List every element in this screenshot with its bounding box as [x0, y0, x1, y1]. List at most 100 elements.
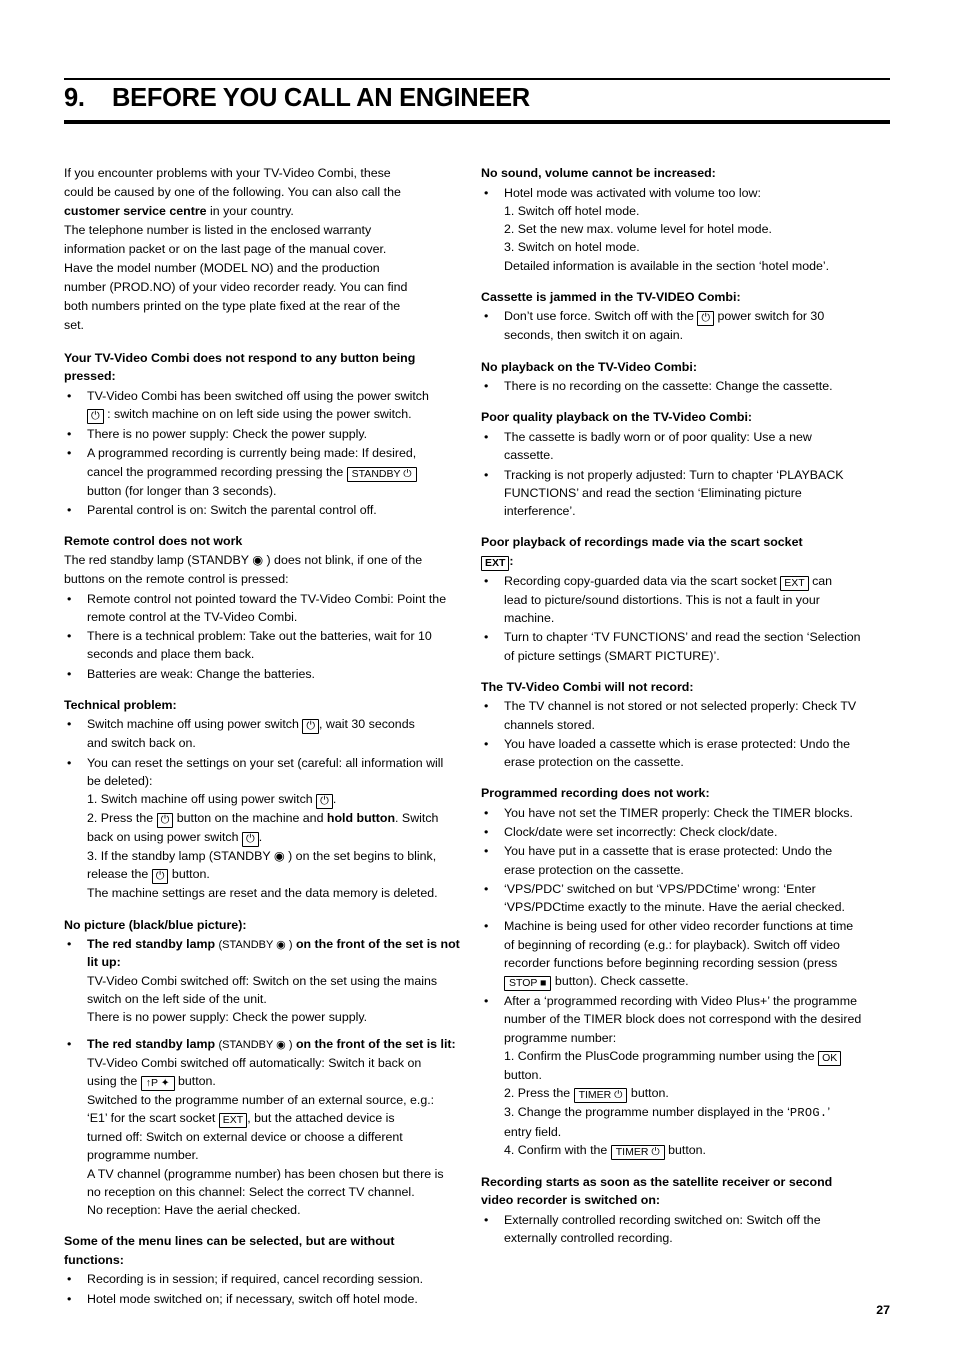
- bullet-icon: •: [67, 755, 72, 770]
- step: Detailed information is available in the…: [504, 258, 830, 273]
- page-number: 27: [876, 1303, 890, 1317]
- list-item: • The red standby lamp (STANDBY ◉ ) on t…: [67, 1037, 456, 1218]
- bullet-icon: •: [484, 309, 489, 324]
- list-item: • Clock/date were set incorrectly: Check…: [481, 823, 879, 841]
- bullet-icon: •: [484, 881, 489, 896]
- list-item: • Machine is being used for other video …: [484, 919, 854, 992]
- intro-line: set.: [64, 317, 84, 332]
- intro-line: both numbers printed on the type plate f…: [64, 298, 401, 313]
- section-menu-lines: Some of the menu lines can be selected, …: [64, 1232, 462, 1308]
- section-no-playback: No playback on the TV-Video Combi: • The…: [481, 358, 879, 396]
- chapter-title: BEFORE YOU CALL AN ENGINEER: [112, 84, 530, 112]
- bullet-icon: •: [67, 591, 72, 606]
- intro-line: customer service centre in your country.: [64, 202, 462, 221]
- manual-page: 9. BEFORE YOU CALL AN ENGINEER If you enc…: [0, 0, 954, 1347]
- list-item: • Switch machine off using power switch …: [67, 717, 415, 751]
- bullet-icon: •: [484, 825, 489, 840]
- reset-step: 2. Press the ⏻ button on the machine and…: [87, 811, 439, 848]
- section-programmed-recording: Programmed recording does not work: • Yo…: [481, 784, 879, 1160]
- list-item: • Remote control not pointed toward the …: [67, 591, 447, 624]
- section-heading: Poor quality playback on the TV-Video Co…: [481, 410, 753, 425]
- bullet-icon: •: [67, 717, 72, 732]
- reset-step: 3. If the standby lamp (STANDBY ◉ ) on t…: [87, 849, 437, 885]
- section-heading: Programmed recording does not work:: [481, 786, 710, 801]
- bullet-icon: •: [484, 994, 489, 1009]
- section-preamble: buttons on the remote control is pressed…: [64, 571, 289, 586]
- pluscode-steps: 1. Confirm the PlusCode programming numb…: [481, 1047, 879, 1160]
- list-item: • The cassette is badly worn or of poor …: [484, 430, 812, 463]
- section-list: • Remote control not pointed toward the …: [64, 590, 462, 683]
- power-key: ⏻: [697, 311, 715, 327]
- step: 1. Switch off hotel mode.: [504, 203, 640, 218]
- intro-line: Have the model number (MODEL NO) and the…: [64, 260, 380, 275]
- list-item: • TV-Video Combi has been switched off u…: [67, 388, 429, 425]
- list-item: • You can reset the settings on your set…: [67, 755, 444, 788]
- list-item: • Batteries are weak: Change the batteri…: [64, 665, 462, 683]
- power-key: ⏻: [241, 832, 259, 848]
- bullet-icon: •: [484, 699, 489, 714]
- intro-line-rest: in your country.: [206, 203, 294, 218]
- step: 2. Set the new max. volume level for hot…: [504, 222, 772, 237]
- list-item: • There is no recording on the cassette:…: [481, 377, 879, 395]
- bullet-icon: •: [484, 805, 489, 820]
- bullet-icon: •: [67, 629, 72, 644]
- title-rule-top: [64, 78, 890, 80]
- step: 3. Switch on hotel mode.: [504, 240, 640, 255]
- bullet-icon: •: [484, 844, 489, 859]
- left-column: If you encounter problems with your TV-V…: [64, 164, 462, 1308]
- section-list: • TV-Video Combi has been switched off u…: [64, 387, 462, 519]
- section-heading: Poor playback of recordings made via the…: [481, 535, 803, 571]
- section-list: • The cassette is badly worn or of poor …: [481, 428, 879, 520]
- list-item: • Externally controlled recording switch…: [484, 1213, 821, 1246]
- section-no-picture: No picture (black/blue picture): • The r…: [64, 916, 462, 1220]
- list-item: • ‘VPS/PDC’ switched on but ‘VPS/PDCtime…: [484, 881, 845, 915]
- reset-steps: 1. Switch machine off using power switch…: [64, 790, 462, 902]
- bullet-icon: •: [484, 919, 489, 934]
- section-heading: The TV-Video Combi will not record:: [481, 679, 694, 694]
- intro-line: number (PROD.NO) of your video recorder …: [64, 279, 408, 294]
- list-item: • A programmed recording is currently be…: [67, 446, 417, 498]
- section-list: • There is no recording on the cassette:…: [481, 377, 879, 395]
- step: 4. Confirm with the TIMER ⏻ button.: [504, 1142, 706, 1160]
- section-heading: Your TV-Video Combi does not respond to …: [64, 350, 416, 384]
- bullet-icon: •: [484, 379, 489, 394]
- section-heading: Remote control does not work: [64, 534, 243, 549]
- power-key: ⏻: [87, 409, 104, 425]
- section-recording-starts: Recording starts as soon as the satellit…: [481, 1173, 879, 1248]
- list-item: • Turn to chapter ‘TV FUNCTIONS’ and rea…: [484, 630, 861, 663]
- standby-key: STANDBY ⏻: [346, 466, 417, 482]
- list-item: • Hotel mode switched on; if necessary, …: [64, 1290, 462, 1308]
- list-item: • You have not set the TIMER properly: C…: [481, 804, 879, 822]
- list-item: • The TV channel is not stored or not se…: [484, 699, 857, 732]
- power-key: ⏻: [302, 719, 320, 735]
- list-item: • Recording copy-guarded data via the sc…: [484, 573, 833, 626]
- intro-line: could be caused by one of the following.…: [64, 184, 401, 199]
- bullet-icon: •: [67, 1037, 72, 1052]
- power-key: ⏻: [151, 869, 169, 885]
- section-preamble: The red standby lamp (STANDBY ◉ ) does n…: [64, 552, 423, 567]
- section-heading: No sound, volume cannot be increased:: [481, 166, 716, 180]
- section-heading: Recording starts as soon as the satellit…: [481, 1174, 833, 1208]
- bullet-icon: •: [67, 666, 72, 681]
- title-rule-bottom: [64, 120, 890, 124]
- section-remote-control: Remote control does not work The red sta…: [64, 532, 462, 683]
- step: 2. Press the TIMER ⏻ button.: [504, 1086, 669, 1103]
- intro-line: information packet or on the last page o…: [64, 241, 387, 256]
- ext-key: EXT: [780, 575, 809, 591]
- section-heading: No playback on the TV-Video Combi:: [481, 359, 697, 374]
- intro-line: If you encounter problems with your TV-V…: [64, 166, 391, 180]
- section-technical-problem: Technical problem: • Switch machine off …: [64, 696, 462, 903]
- section-cassette-jammed: Cassette is jammed in the TV-VIDEO Combi…: [481, 288, 879, 345]
- intro-paragraph: If you encounter problems with your TV-V…: [64, 164, 462, 335]
- power-key: ⏻: [156, 813, 174, 829]
- section-list: • Switch machine off using power switch …: [64, 715, 462, 790]
- page-title: 9. BEFORE YOU CALL AN ENGINEER: [64, 84, 890, 113]
- section-poor-playback-scart: Poor playback of recordings made via the…: [481, 533, 879, 665]
- bullet-icon: •: [67, 446, 72, 461]
- list-item: • There is a technical problem: Take out…: [67, 629, 432, 662]
- section-no-sound: No sound, volume cannot be increased: • …: [481, 164, 879, 275]
- bullet-icon: •: [67, 937, 72, 952]
- step: 1. Confirm the PlusCode programming numb…: [504, 1047, 879, 1084]
- section-list: • Externally controlled recording switch…: [481, 1211, 879, 1247]
- section-list: • You have not set the TIMER properly: C…: [481, 804, 879, 1047]
